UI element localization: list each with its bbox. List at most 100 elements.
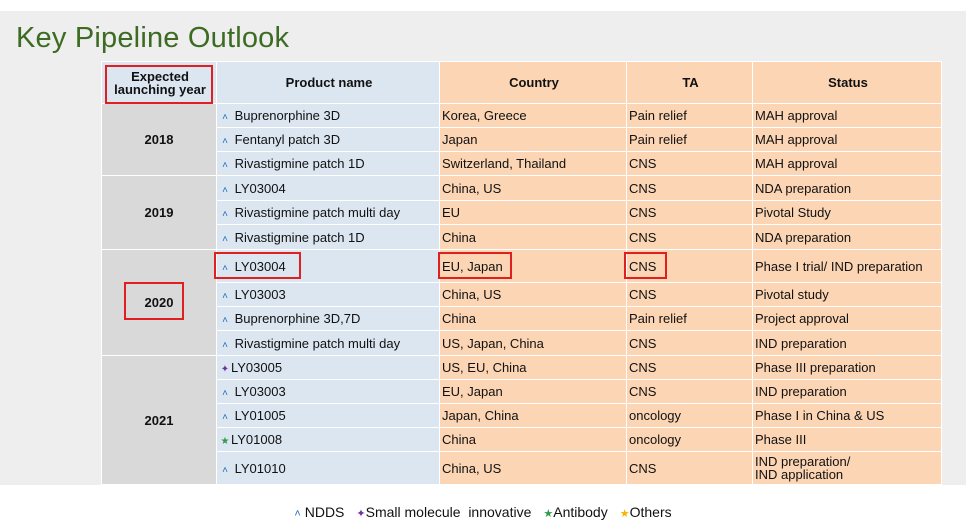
country-cell: US, Japan, China [439,330,627,356]
product-name: LY03005 [231,360,283,375]
year-cell-2018: 2018 [101,103,217,176]
product-name: Rivastigmine patch multi day [231,335,401,351]
product-name: Buprenorphine 3D,7D [231,311,361,326]
status-cell: IND preparation [752,330,942,356]
country-cell: Japan [439,127,627,152]
product-name: Rivastigmine patch 1D [231,156,365,171]
status-cell: MAH approval [752,127,942,152]
table-row: ˄ LY03003 EU, Japan CNS IND preparation [102,379,942,404]
ta-cell: CNS [626,355,753,380]
ta-cell: CNS [626,200,753,225]
table-row: 2019 ˄ LY03004 China, US CNS NDA preparation [101,175,942,250]
product-cell: ˄ Rivastigmine patch 1D [216,224,440,250]
product-cell: ✦ LY03005 [216,355,440,380]
product-name: Rivastigmine patch 1D [231,229,365,245]
country-cell: China, US [439,175,627,201]
status-cell: Project approval [752,306,942,331]
country-cell: China [439,306,627,331]
table-row: ˄ LY01010 China, US CNS IND preparation/IND… [102,451,942,485]
product-name: LY03003 [231,384,286,399]
legend-label: Antibody [553,504,608,520]
table-row: 2021 ✦ LY03005 US, EU, China CNS Phase III pr… [101,355,942,485]
ta-cell: CNS [626,151,753,176]
product-cell: ˄ Buprenorphine 3D [216,103,440,128]
ta-cell: Pain relief [626,103,753,128]
antibody-icon: ★ [543,508,554,520]
table-row: ˄ Rivastigmine patch 1D China CNS NDA prepa… [102,224,942,250]
table-row: ˄ Rivastigmine patch 1D Switzerland, Thai… [102,151,942,176]
product-cell: ˄ Rivastigmine patch 1D [216,151,440,176]
table-row: ˄ Rivastigmine patch multi day US, Japan,… [102,330,942,356]
legend-label: Others [629,504,672,520]
product-name: Fentanyl patch 3D [231,132,341,147]
ta-cell: oncology [626,403,753,428]
year-cell-2020: 2020 [101,249,217,356]
page-title: Key Pipeline Outlook [16,22,290,54]
legend-item-small-molecule-innovative: ✦Small molecule innovative [356,504,531,520]
table-row: ˄ LY01005 Japan, China oncology Phase I in … [102,403,942,428]
status-cell: MAH approval [752,103,942,128]
status-cell: Phase I in China & US [752,403,942,428]
ndds-icon: ˄ [222,464,228,476]
product-name: Rivastigmine patch multi day [231,205,401,220]
country-cell: China, US [439,282,627,307]
table-row: 2018 ˄ Buprenorphine 3D Korea, Greece Pain … [101,103,942,176]
product-name: Buprenorphine 3D [231,108,341,123]
table-row: ˄ LY03003 China, US CNS Pivotal study [102,282,942,307]
header-launch-year: Expected launching year [101,61,217,104]
product-name: LY03004 [231,180,286,196]
legend-item-others: ★Others [620,504,672,520]
country-cell: China, US [439,451,627,485]
ta-cell: CNS [626,330,753,356]
product-name: LY01008 [231,432,283,447]
others-icon: ★ [619,508,630,520]
status-cell: IND preparation/IND application [752,451,942,485]
small-molecule-innovative-icon: ✦ [356,508,366,520]
product-cell: ˄ Rivastigmine patch multi day [216,200,440,225]
table-row: ˄ Fentanyl patch 3D Japan Pain relief MAH a… [102,127,942,152]
header-launch-year-label: Expected launching year [114,68,206,97]
legend-label: NDDS [300,504,345,520]
country-cell: EU, Japan [439,379,627,404]
product-cell: ˄ Fentanyl patch 3D [216,127,440,152]
legend-label: Small molecule innovative [365,504,532,520]
ndds-icon: ˄ [222,160,228,171]
pipeline-table: Expected launching year Product name Coun… [101,61,942,485]
country-cell: US, EU, China [439,355,627,380]
ndds-icon: ˄ [222,315,228,326]
product-cell: ˄ LY01010 [216,451,440,485]
ndds-icon: ˄ [222,233,228,245]
ta-cell: CNS [626,249,753,283]
ta-cell: CNS [626,451,753,485]
product-name: LY03003 [231,287,286,302]
table-row: ˄ Rivastigmine patch multi day EU CNS Pivot… [102,200,942,225]
product-name: LY01010 [231,460,286,476]
ndds-icon: ˄ [222,388,228,399]
status-cell: Phase III preparation [752,355,942,380]
status-cell: IND preparation [752,379,942,404]
year-cell-2019: 2019 [101,175,217,250]
header-status: Status [752,61,942,104]
ndds-icon: ˄ [222,339,228,351]
year-cell-2021: 2021 [101,355,217,485]
country-cell: EU [439,200,627,225]
ndds-icon: ˄ [222,412,228,423]
ta-cell: CNS [626,175,753,201]
product-cell: ˄ Rivastigmine patch multi day [216,330,440,356]
status-cell: Phase I trial/ IND preparation [752,249,942,283]
header-ta: TA [626,61,753,104]
country-cell: EU, Japan [439,249,627,283]
table-row: ★ LY01008 China oncology Phase III [102,427,942,452]
status-cell: NDA preparation [752,175,942,201]
ndds-icon: ˄ [222,209,228,220]
product-cell: ˄ LY03004 [216,175,440,201]
status-cell: Phase III [752,427,942,452]
table-header-row: Expected launching year Product name Coun… [101,61,942,104]
ndds-icon: ˄ [222,184,228,196]
product-name: LY03004 [231,258,286,274]
ndds-icon: ˄ [222,262,228,274]
ta-cell: oncology [626,427,753,452]
ta-cell: CNS [626,379,753,404]
antibody-icon: ★ [220,436,230,447]
status-cell: NDA preparation [752,224,942,250]
